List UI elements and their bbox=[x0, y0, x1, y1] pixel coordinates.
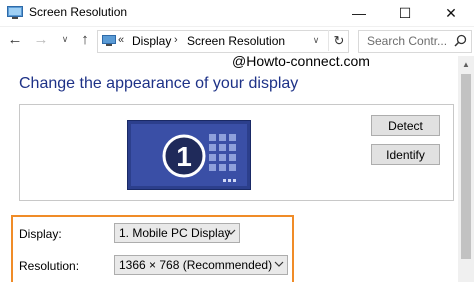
scroll-up-arrow-icon[interactable]: ▲ bbox=[458, 56, 474, 72]
watermark-text: @Howto-connect.com bbox=[232, 53, 370, 69]
window-title: Screen Resolution bbox=[29, 5, 128, 19]
up-arrow-icon[interactable]: ↑ bbox=[76, 31, 94, 48]
display-label: Display: bbox=[19, 227, 62, 241]
resolution-label: Resolution: bbox=[19, 259, 80, 273]
close-icon: ✕ bbox=[445, 4, 457, 21]
title-bar: Screen Resolution — ☐ ✕ bbox=[0, 0, 474, 27]
display-select[interactable]: 1. Mobile PC Display bbox=[114, 223, 240, 243]
overflow-chevron-icon[interactable]: « bbox=[118, 34, 124, 46]
minimize-icon: — bbox=[352, 5, 366, 21]
monitor-icon[interactable]: 1 bbox=[127, 120, 251, 190]
close-button[interactable]: ✕ bbox=[428, 0, 474, 26]
page-title: Change the appearance of your display bbox=[19, 75, 299, 92]
search-input[interactable]: Search Contr... bbox=[358, 30, 472, 53]
identify-button[interactable]: Identify bbox=[371, 144, 440, 165]
minimize-button[interactable]: — bbox=[336, 0, 382, 26]
recent-locations-icon[interactable]: ∨ bbox=[56, 34, 74, 45]
resolution-select-value: 1366 × 768 (Recommended) bbox=[119, 258, 273, 272]
scroll-thumb[interactable] bbox=[461, 74, 471, 259]
search-icon[interactable] bbox=[454, 34, 467, 47]
breadcrumb-separator-icon: › bbox=[174, 34, 178, 46]
search-placeholder: Search Contr... bbox=[367, 34, 448, 48]
maximize-button[interactable]: ☐ bbox=[382, 0, 428, 26]
breadcrumb-display[interactable]: Display bbox=[132, 34, 171, 48]
back-arrow-icon[interactable]: ← bbox=[6, 31, 24, 48]
address-dropdown-icon[interactable]: ∨ bbox=[306, 30, 326, 51]
forward-arrow-icon[interactable]: → bbox=[32, 31, 50, 48]
refresh-icon[interactable]: ↻ bbox=[328, 30, 349, 51]
chevron-down-icon bbox=[226, 229, 236, 235]
vertical-scrollbar[interactable]: ▲ bbox=[458, 56, 474, 282]
control-panel-icon bbox=[102, 35, 116, 46]
chevron-down-icon bbox=[274, 261, 284, 267]
detect-button[interactable]: Detect bbox=[371, 115, 440, 136]
display-select-value: 1. Mobile PC Display bbox=[119, 226, 231, 240]
breadcrumb-screen-resolution[interactable]: Screen Resolution bbox=[187, 34, 285, 48]
resolution-select[interactable]: 1366 × 768 (Recommended) bbox=[114, 255, 288, 275]
maximize-icon: ☐ bbox=[398, 4, 412, 21]
control-panel-icon bbox=[7, 6, 23, 19]
monitor-number: 1 bbox=[176, 141, 192, 172]
